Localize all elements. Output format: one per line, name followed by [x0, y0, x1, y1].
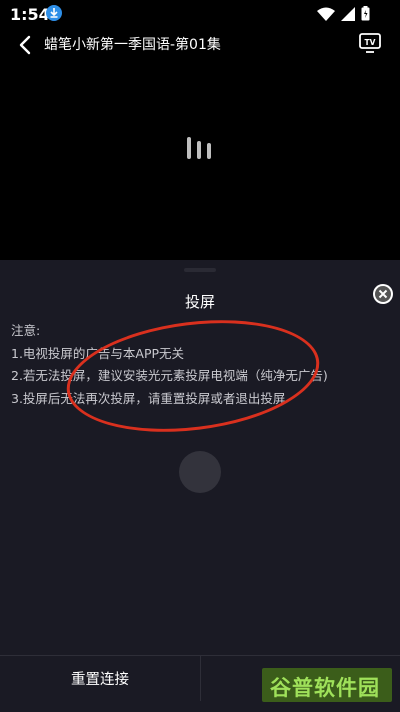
- panel-grabber[interactable]: [184, 268, 216, 272]
- status-bar: 1:54: [0, 0, 400, 28]
- watermark: 谷普软件园: [262, 668, 392, 702]
- signal-icon: [341, 6, 355, 21]
- notice-heading: 注意:: [11, 323, 41, 338]
- video-player[interactable]: 蜡笔小新第一季国语-第01集 TV: [0, 28, 400, 260]
- status-time: 1:54: [10, 5, 50, 24]
- status-icons: [317, 6, 370, 21]
- tv-cast-icon[interactable]: TV: [358, 32, 382, 54]
- cast-panel: 投屏 注意: 1.电视投屏的广告与本APP无关 2.若无法投屏，建议安装光元素投…: [0, 260, 400, 711]
- notice-item: 2.若无法投屏，建议安装光元素投屏电视端（纯净无广告): [11, 368, 328, 383]
- wifi-icon: [317, 7, 335, 21]
- reset-connection-button[interactable]: 重置连接: [0, 656, 200, 701]
- back-icon[interactable]: [16, 34, 36, 56]
- close-icon[interactable]: [372, 283, 394, 305]
- notice-item: 1.电视投屏的广告与本APP无关: [11, 345, 185, 361]
- notice-item: 3.投屏后无法再次投屏，请重置投屏或者退出投屏: [11, 390, 286, 406]
- panel-title: 投屏: [184, 293, 215, 311]
- cast-device-button[interactable]: [179, 451, 221, 493]
- notice-list: 注意: 1.电视投屏的广告与本APP无关 2.若无法投屏，建议安装光元素投屏电视…: [11, 320, 328, 410]
- video-title: 蜡笔小新第一季国语-第01集: [44, 37, 221, 53]
- watermark-text: 谷普软件园: [270, 676, 380, 700]
- loading-bars-icon: [185, 135, 215, 161]
- battery-icon: [361, 6, 370, 21]
- download-icon: [46, 5, 62, 21]
- tv-icon-label: TV: [365, 38, 376, 47]
